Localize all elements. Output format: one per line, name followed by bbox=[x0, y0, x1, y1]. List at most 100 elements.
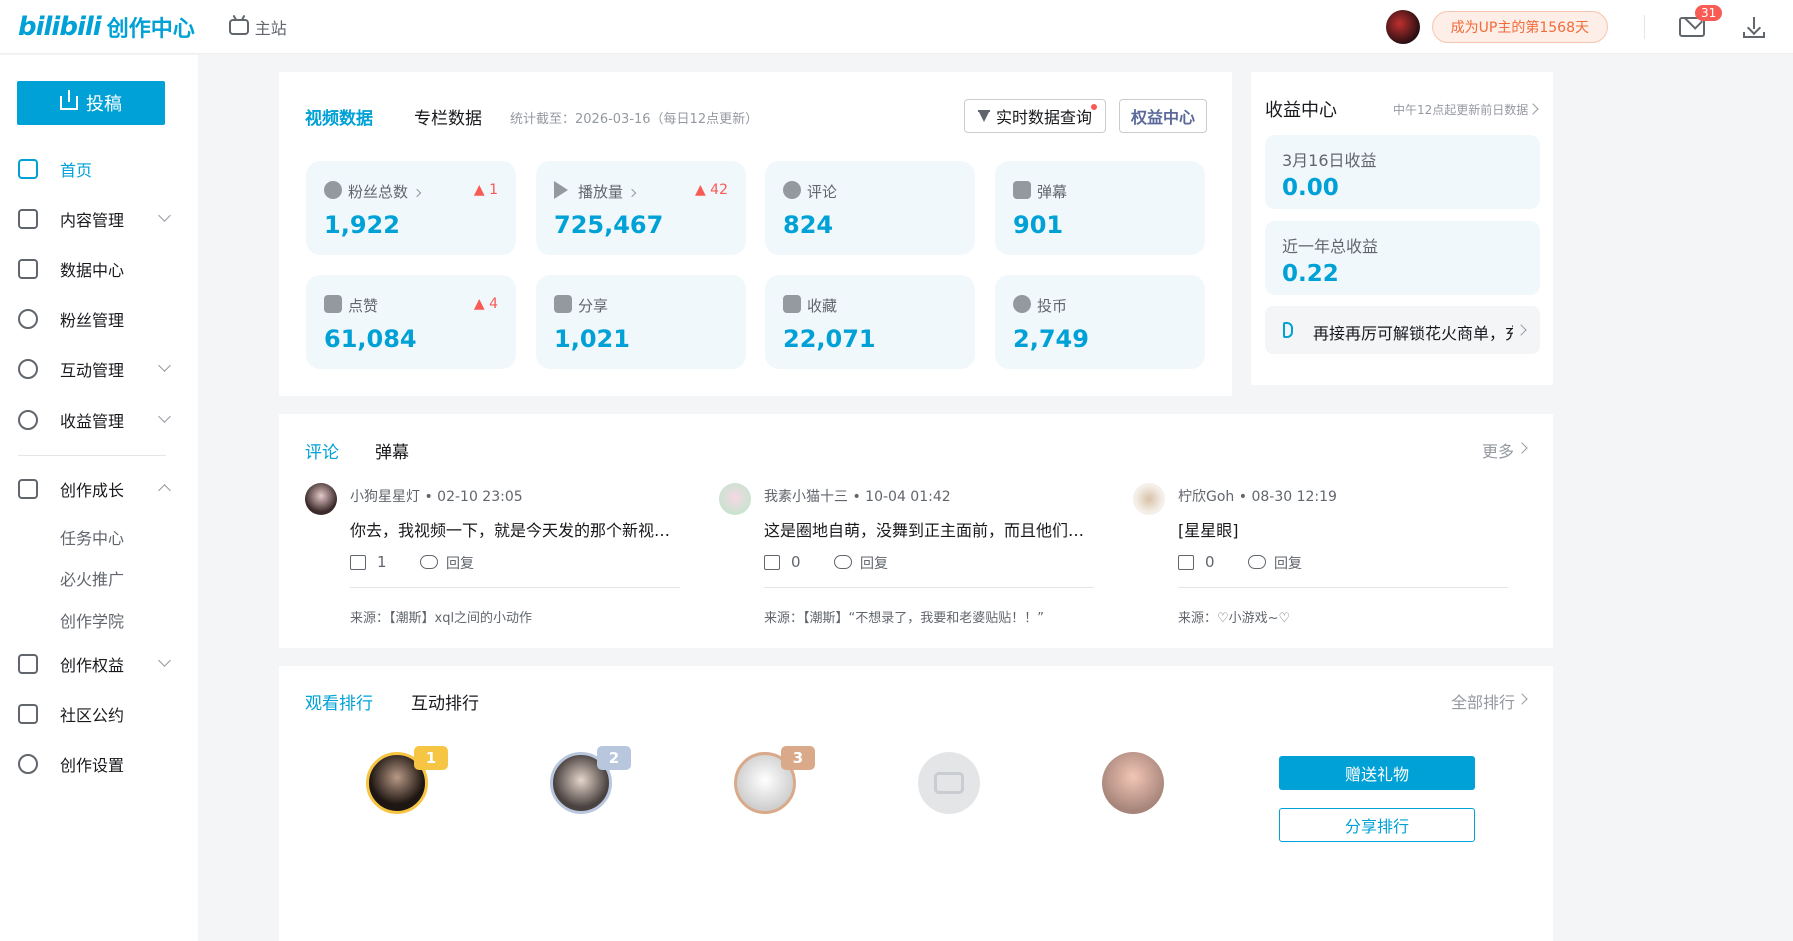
earnings-value: 0.22 bbox=[1282, 261, 1339, 287]
comment-text[interactable]: 你去，我视频一下，就是今天发的那个新视频… bbox=[350, 517, 680, 541]
sidebar-item-label: 内容管理 bbox=[60, 211, 125, 230]
send-gift-button[interactable]: 赠送礼物 bbox=[1279, 756, 1475, 790]
comment-meta: 我素小猫十三 • 10-04 01:42 bbox=[764, 489, 951, 505]
avatar[interactable] bbox=[719, 483, 751, 515]
all-ranking-link[interactable]: 全部排行 bbox=[1451, 689, 1515, 713]
realtime-query-label: 实时数据查询 bbox=[995, 108, 1092, 127]
sidebar-item-earnings[interactable]: 收益管理 bbox=[0, 400, 198, 440]
sidebar-item-convention[interactable]: 社区公约 bbox=[0, 694, 198, 734]
comment-meta: 柠欣Goh • 08-30 12:19 bbox=[1178, 489, 1337, 505]
earnings-notice[interactable]: 再接再厉可解锁花火商单，充 bbox=[1265, 306, 1540, 354]
thumbs-up-icon[interactable] bbox=[1178, 555, 1194, 570]
reply-icon[interactable] bbox=[1248, 555, 1266, 569]
metric-shares: 分享 1,021 bbox=[536, 275, 746, 369]
message-icon[interactable]: 31 bbox=[1679, 5, 1723, 37]
sidebar-item-label: 收益管理 bbox=[60, 412, 125, 431]
avatar[interactable] bbox=[305, 483, 337, 515]
reply-button[interactable]: 回复 bbox=[860, 553, 888, 573]
realtime-query-button[interactable]: 实时数据查询 bbox=[964, 99, 1106, 133]
like-icon bbox=[324, 295, 342, 313]
upload-button[interactable]: 投稿 bbox=[17, 81, 165, 125]
rank-badge-gold: 1 bbox=[414, 746, 448, 770]
chart-icon bbox=[18, 259, 38, 279]
reply-icon[interactable] bbox=[834, 555, 852, 569]
page-scrollbar[interactable] bbox=[1779, 54, 1793, 941]
reply-icon[interactable] bbox=[420, 555, 438, 569]
user-avatar[interactable] bbox=[1385, 10, 1420, 44]
sidebar-item-label: 社区公约 bbox=[60, 706, 125, 725]
sidebar-item-home[interactable]: 首页 bbox=[0, 149, 198, 189]
reply-button[interactable]: 回复 bbox=[1274, 553, 1302, 573]
tab-watch-ranking[interactable]: 观看排行 bbox=[305, 689, 373, 714]
sidebar-item-content[interactable]: 内容管理 bbox=[0, 199, 198, 239]
thumbs-up-icon[interactable] bbox=[350, 555, 366, 570]
thumbs-up-icon[interactable] bbox=[764, 555, 780, 570]
sidebar-item-label: 粉丝管理 bbox=[60, 311, 125, 330]
sidebar-item-fans[interactable]: 粉丝管理 bbox=[0, 299, 198, 339]
avatar[interactable] bbox=[1102, 752, 1164, 814]
reply-button[interactable]: 回复 bbox=[446, 553, 474, 573]
fans-icon bbox=[324, 181, 342, 199]
like-count: 0 bbox=[1205, 553, 1215, 571]
metric-label: 弹幕 bbox=[1037, 183, 1068, 201]
flag-icon bbox=[18, 654, 38, 674]
filter-icon bbox=[977, 110, 990, 122]
danmaku-icon bbox=[1013, 181, 1031, 199]
metric-label: 收藏 bbox=[807, 297, 838, 315]
tab-interaction-ranking[interactable]: 互动排行 bbox=[411, 689, 479, 714]
metric-fans[interactable]: 粉丝总数 ▲ 1 1,922 bbox=[306, 161, 516, 255]
logo-title: 创作中心 bbox=[106, 16, 195, 42]
like-count: 1 bbox=[377, 553, 387, 571]
metric-plays[interactable]: 播放量 ▲ 42 725,467 bbox=[536, 161, 746, 255]
comment-icon bbox=[783, 181, 801, 199]
rights-center-button[interactable]: 权益中心 bbox=[1119, 99, 1207, 133]
metric-favorites: 收藏 22,071 bbox=[765, 275, 975, 369]
metric-value: 901 bbox=[1013, 211, 1064, 239]
comment-source[interactable]: 来源：【潮斯】“不想录了，我要和老婆贴贴！！” bbox=[764, 607, 1044, 626]
comment-text[interactable]: [星星眼] bbox=[1178, 517, 1508, 541]
sidebar-item-interaction[interactable]: 互动管理 bbox=[0, 349, 198, 389]
earnings-title: 收益中心 bbox=[1265, 100, 1337, 121]
earnings-note[interactable]: 中午12点起更新前日数据 bbox=[1393, 101, 1528, 118]
rank-badge-bronze: 3 bbox=[781, 746, 815, 770]
metric-value: 824 bbox=[783, 211, 834, 239]
avatar[interactable] bbox=[1133, 483, 1165, 515]
sidebar-item-settings[interactable]: 创作设置 bbox=[0, 744, 198, 784]
sidebar-item-rights[interactable]: 创作权益 bbox=[0, 644, 198, 684]
metric-value: 1,021 bbox=[554, 325, 630, 353]
comments-more-link[interactable]: 更多 bbox=[1482, 438, 1514, 462]
earnings-daily: 3月16日收益 0.00 bbox=[1265, 135, 1540, 209]
download-icon[interactable] bbox=[1743, 16, 1765, 38]
tab-danmaku[interactable]: 弹幕 bbox=[375, 438, 409, 463]
metric-label: 播放量 bbox=[578, 181, 637, 202]
chevron-up-icon bbox=[158, 484, 171, 497]
rank-badge-silver: 2 bbox=[597, 746, 631, 770]
sidebar-sub-promotion[interactable]: 必火推广 bbox=[60, 566, 124, 590]
sidebar-item-growth[interactable]: 创作成长 bbox=[0, 469, 198, 509]
avatar[interactable] bbox=[918, 752, 980, 814]
metric-label: 评论 bbox=[807, 183, 838, 201]
money-bag-icon bbox=[18, 410, 38, 430]
comment-source[interactable]: 来源：【潮斯】xql之间的小动作 bbox=[350, 607, 532, 626]
share-ranking-button[interactable]: 分享排行 bbox=[1279, 808, 1475, 842]
logo[interactable]: bilibili 创作中心 bbox=[18, 11, 195, 43]
play-icon bbox=[554, 181, 568, 199]
sidebar-item-data[interactable]: 数据中心 bbox=[0, 249, 198, 289]
upload-icon bbox=[60, 90, 78, 110]
sidebar-sub-tasks[interactable]: 任务中心 bbox=[60, 525, 124, 549]
comment-text[interactable]: 这是圈地自萌，没舞到正主面前，而且他们也… bbox=[764, 517, 1094, 541]
up-days-badge[interactable]: 成为UP主的第1568天 bbox=[1431, 11, 1608, 43]
earnings-value: 0.00 bbox=[1282, 175, 1339, 201]
metric-comments: 评论 824 bbox=[765, 161, 975, 255]
tab-comments[interactable]: 评论 bbox=[305, 438, 339, 463]
metric-delta: ▲ 4 bbox=[473, 296, 498, 312]
comment-source[interactable]: 来源：♡小游戏~♡ bbox=[1178, 607, 1290, 626]
sidebar-sub-academy[interactable]: 创作学院 bbox=[60, 608, 124, 632]
graduation-cap-icon bbox=[18, 479, 38, 499]
tv-icon bbox=[934, 772, 964, 794]
comment-meta: 小狗星星灯 • 02-10 23:05 bbox=[350, 489, 523, 505]
tab-column-data[interactable]: 专栏数据 bbox=[414, 104, 482, 129]
chat-icon bbox=[18, 359, 38, 379]
home-link[interactable]: 主站 bbox=[228, 15, 287, 39]
tab-video-data[interactable]: 视频数据 bbox=[305, 104, 373, 129]
